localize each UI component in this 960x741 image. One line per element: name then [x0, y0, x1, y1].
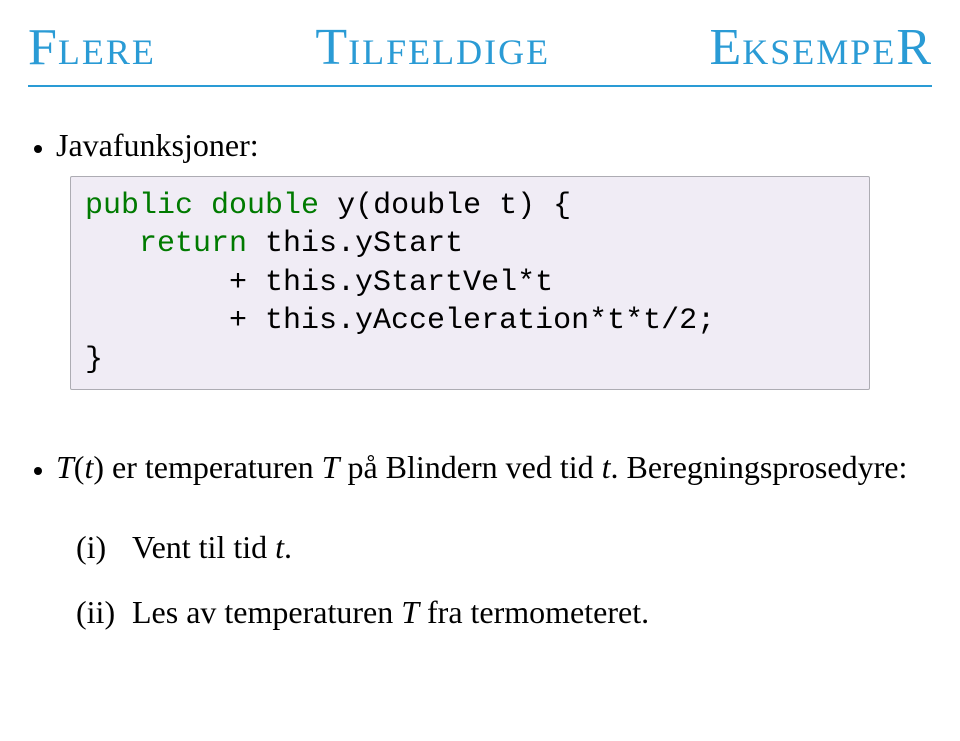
- math-paren: ): [93, 449, 104, 485]
- body-text: er temperaturen: [104, 449, 322, 485]
- enum-label: (ii): [76, 594, 132, 631]
- code-line-3: + this.yStartVel*t: [85, 264, 855, 302]
- enum-text: .: [284, 529, 292, 565]
- keyword: return: [139, 227, 247, 261]
- enum-text: Les av temperaturen: [132, 594, 401, 630]
- title-rest: LERE: [58, 32, 156, 72]
- title-word-3: EKSEMPER: [710, 18, 932, 77]
- bullet-dot-icon: [34, 467, 42, 475]
- bullet-item-1: Javafunksjoner:: [28, 127, 932, 164]
- code-line-1: public double y(double t) {: [85, 187, 855, 225]
- code-indent: [85, 227, 139, 261]
- enum-item-1: (i)Vent til tid t.: [76, 529, 932, 566]
- code-line-2: return this.yStart: [85, 225, 855, 263]
- title-cap: T: [315, 19, 348, 76]
- math-var: T: [322, 449, 340, 485]
- enum-item-2: (ii)Les av temperaturen T fra termometer…: [76, 594, 932, 631]
- bullet-item-2: T(t) er temperaturen T på Blindern ved t…: [28, 446, 932, 489]
- math-var: T: [401, 594, 419, 630]
- title-word-2: TILFELDIGE: [315, 18, 550, 77]
- slide-title: FLERE TILFELDIGE EKSEMPER: [28, 18, 932, 77]
- bullet-text: Javafunksjoner:: [56, 127, 259, 163]
- bullet-dot-icon: [34, 145, 42, 153]
- body-text: på Blindern ved tid: [339, 449, 601, 485]
- math-var: T: [56, 449, 74, 485]
- keyword: public: [85, 189, 193, 223]
- title-rest: KSEMPE: [742, 32, 896, 72]
- title-word-1: FLERE: [28, 18, 156, 77]
- title-cap: F: [28, 19, 58, 76]
- enum-text: fra termometeret.: [419, 594, 649, 630]
- title-cap: E: [710, 19, 743, 76]
- keyword: double: [211, 189, 319, 223]
- title-rule: [28, 85, 932, 87]
- code-text: this.yStart: [247, 227, 463, 261]
- math-var: t: [275, 529, 284, 565]
- math-paren: (: [74, 449, 85, 485]
- title-cap: R: [896, 19, 932, 76]
- enum-text: Vent til tid: [132, 529, 275, 565]
- math-var: t: [84, 449, 93, 485]
- body-text: . Beregnings­prosedyre:: [611, 449, 908, 485]
- code-block: public double y(double t) { return this.…: [70, 176, 870, 390]
- enum-label: (i): [76, 529, 132, 566]
- code-line-5: }: [85, 341, 855, 379]
- title-rest: ILFELDIGE: [348, 32, 550, 72]
- code-line-4: + this.yAcceleration*t*t/2;: [85, 302, 855, 340]
- code-text: y(double t) {: [319, 189, 571, 223]
- math-var: t: [602, 449, 611, 485]
